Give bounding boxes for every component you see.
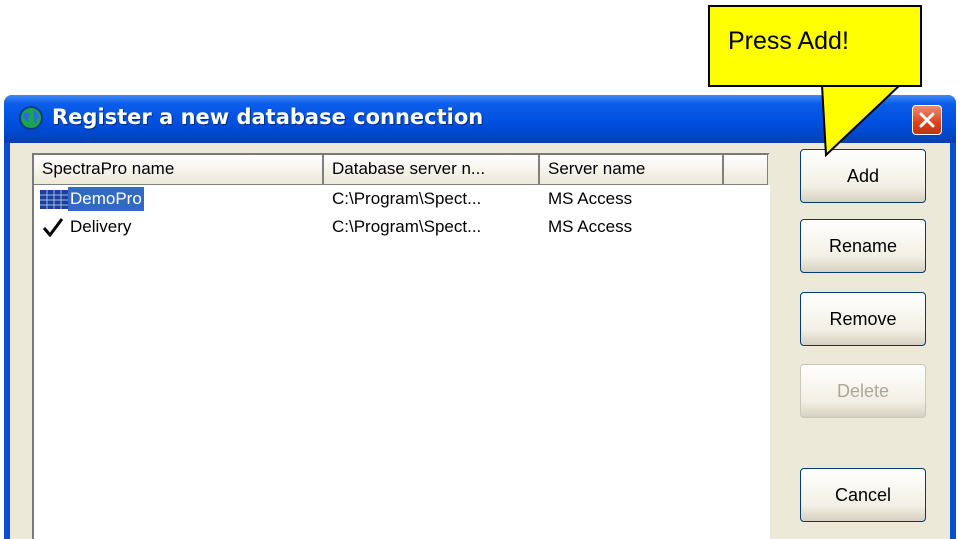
dialog-window: Register a new database connection Spect… (4, 95, 956, 539)
window-title: Register a new database connection (52, 105, 484, 129)
column-header-spectrapro-name[interactable]: SpectraPro name (34, 155, 324, 185)
column-header-server-name[interactable]: Server name (540, 155, 724, 185)
callout-box: Press Add! (708, 5, 922, 87)
checkmark-icon (42, 218, 64, 237)
delete-button: Delete (800, 364, 926, 418)
remove-button[interactable]: Remove (800, 292, 926, 346)
list-item-label: DemoPro (68, 187, 144, 211)
connection-list[interactable]: SpectraPro name Database server n... Ser… (32, 153, 770, 539)
rename-button[interactable]: Rename (800, 219, 926, 273)
list-row-delivery[interactable]: Delivery C:\Program\Spect... MS Access (34, 214, 734, 242)
list-item-database-server: C:\Program\Spect... (332, 189, 482, 208)
column-header-empty[interactable] (724, 155, 768, 185)
list-item-server-name: MS Access (548, 217, 633, 236)
title-bar[interactable]: Register a new database connection (4, 95, 956, 143)
add-button[interactable]: Add (800, 149, 926, 203)
column-header-database-server[interactable]: Database server n... (324, 155, 540, 185)
dialog-body: SpectraPro name Database server n... Ser… (10, 143, 950, 539)
list-header: SpectraPro name Database server n... Ser… (34, 155, 770, 185)
globe-icon (19, 106, 43, 130)
list-row-demopro[interactable]: DemoPro C:\Program\Spect... MS Access (34, 186, 734, 214)
list-item-label: Delivery (70, 217, 132, 236)
close-button[interactable] (912, 105, 942, 135)
list-item-database-server: C:\Program\Spect... (332, 217, 482, 236)
close-icon (919, 112, 935, 128)
database-grid-icon (40, 190, 68, 209)
list-item-server-name: MS Access (548, 189, 633, 208)
cancel-button[interactable]: Cancel (800, 468, 926, 522)
